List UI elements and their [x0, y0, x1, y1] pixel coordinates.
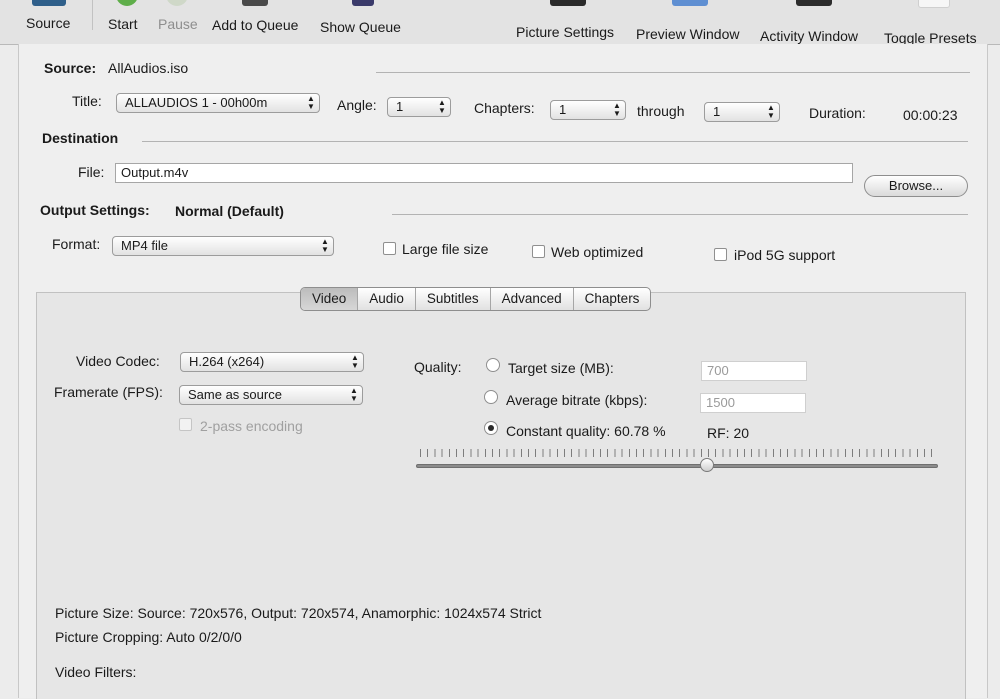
ipod-label: iPod 5G support [734, 247, 836, 263]
popup-arrows-icon: ▲ ▼ [438, 98, 446, 115]
popup-arrows-icon: ▲ ▼ [307, 94, 315, 111]
chapters-from-popup[interactable]: 1 ▲ ▼ [550, 100, 626, 120]
angle-popup[interactable]: 1 ▲ ▼ [387, 97, 451, 117]
two-pass-label: 2-pass encoding [200, 418, 303, 434]
toggle-presets-button[interactable]: Toggle Presets [878, 0, 996, 46]
quality-slider-ticks [420, 449, 932, 457]
large-file-label: Large file size [402, 241, 489, 257]
web-optimized-label: Web optimized [551, 244, 644, 260]
file-input[interactable]: Output.m4v [115, 163, 853, 183]
tab-bar: Video Audio Subtitles Advanced Chapters [300, 287, 652, 311]
constant-quality-radio[interactable] [484, 421, 498, 435]
quality-label: Quality: [414, 359, 462, 375]
duration-value: 00:00:23 [903, 107, 958, 123]
video-codec-popup[interactable]: H.264 (x264) ▲ ▼ [180, 352, 364, 372]
activity-window-button[interactable]: Activity Window [754, 0, 876, 44]
picture-size-info: Picture Size: Source: 720x576, Output: 7… [55, 605, 542, 621]
popup-arrows-icon: ▲ ▼ [613, 101, 621, 118]
destination-divider [142, 141, 968, 142]
title-popup[interactable]: ALLAUDIOS 1 - 00h00m ▲ ▼ [116, 93, 320, 113]
angle-label: Angle: [337, 97, 377, 113]
output-divider [392, 214, 968, 215]
preset-name: Normal (Default) [175, 203, 284, 219]
target-size-label: Target size (MB): [508, 360, 614, 376]
tab-video[interactable]: Video [301, 288, 359, 310]
chapters-label: Chapters: [474, 100, 535, 116]
picture-settings-button[interactable]: Picture Settings [510, 0, 628, 44]
large-file-checkbox[interactable] [383, 242, 396, 255]
format-popup[interactable]: MP4 file ▲ ▼ [112, 236, 334, 256]
avg-bitrate-radio[interactable] [484, 390, 498, 404]
source-value: AllAudios.iso [108, 60, 189, 76]
destination-heading: Destination [42, 130, 119, 146]
video-filters-info: Video Filters: [55, 664, 137, 680]
format-label: Format: [52, 236, 101, 252]
source-icon [32, 0, 66, 6]
through-label: through [637, 103, 685, 119]
constant-quality-label: Constant quality: 60.78 % [506, 423, 666, 439]
toolbar: Source Start Pause Add to Queue Show Que… [0, 0, 1000, 46]
title-label: Title: [72, 93, 102, 109]
source-divider [376, 72, 970, 73]
preview-window-icon [672, 0, 708, 6]
web-optimized-checkbox[interactable] [532, 245, 545, 258]
framerate-popup[interactable]: Same as source ▲ ▼ [179, 385, 363, 405]
file-label: File: [78, 164, 105, 180]
tab-subtitles[interactable]: Subtitles [416, 288, 491, 310]
output-settings-heading: Output Settings: [40, 202, 150, 218]
picture-settings-icon [550, 0, 586, 6]
preview-window-button[interactable]: Preview Window [630, 0, 752, 44]
avg-bitrate-input[interactable]: 1500 [700, 393, 806, 413]
toolbar-separator [92, 0, 93, 30]
start-button[interactable]: Start [102, 0, 150, 44]
rf-label: RF: 20 [707, 425, 750, 441]
target-size-input[interactable]: 700 [701, 361, 807, 381]
two-pass-checkbox[interactable] [179, 418, 192, 431]
popup-arrows-icon: ▲ ▼ [351, 353, 359, 370]
tab-chapters[interactable]: Chapters [574, 288, 651, 310]
avg-bitrate-label: Average bitrate (kbps): [506, 392, 648, 408]
chapters-to-popup[interactable]: 1 ▲ ▼ [704, 102, 780, 122]
tab-advanced[interactable]: Advanced [491, 288, 574, 310]
activity-window-icon [796, 0, 832, 6]
popup-arrows-icon: ▲ ▼ [350, 386, 358, 403]
show-queue-icon [352, 0, 374, 6]
add-queue-icon [242, 0, 268, 6]
picture-cropping-info: Picture Cropping: Auto 0/2/0/0 [55, 629, 242, 645]
show-queue-button[interactable]: Show Queue [314, 0, 410, 44]
duration-label: Duration: [809, 105, 866, 121]
add-to-queue-button[interactable]: Add to Queue [206, 0, 310, 44]
source-label: Source: [44, 60, 97, 76]
pause-button[interactable]: Pause [152, 0, 204, 44]
browse-button[interactable]: Browse... [864, 175, 968, 197]
ipod-checkbox[interactable] [714, 248, 727, 261]
popup-arrows-icon: ▲ ▼ [321, 237, 329, 254]
pause-icon [166, 0, 188, 6]
source-button[interactable]: Source [20, 0, 80, 44]
framerate-label: Framerate (FPS): [54, 384, 163, 400]
video-codec-label: Video Codec: [76, 353, 160, 369]
quality-slider[interactable] [416, 464, 938, 468]
tab-audio[interactable]: Audio [358, 288, 416, 310]
start-icon [116, 0, 138, 6]
toggle-presets-icon [918, 0, 950, 8]
popup-arrows-icon: ▲ ▼ [767, 103, 775, 120]
target-size-radio[interactable] [486, 358, 500, 372]
